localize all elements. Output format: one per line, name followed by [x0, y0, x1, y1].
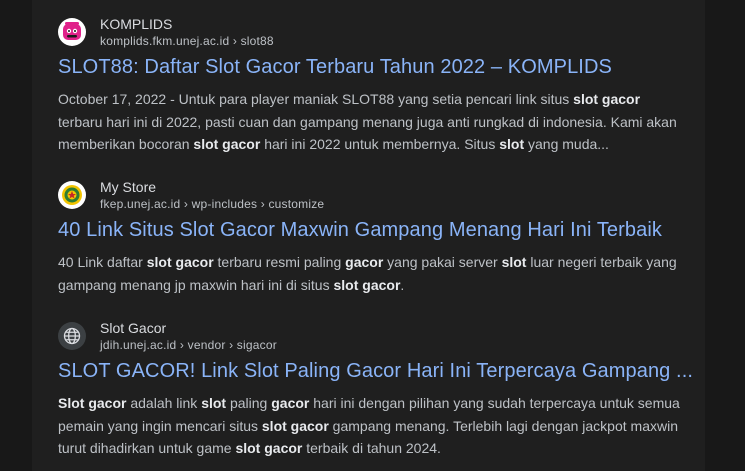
snippet-text: yang pakai server	[383, 254, 502, 270]
snippet-text: October 17, 2022 - Untuk para player man…	[58, 91, 574, 107]
snippet-text: terbaru resmi paling	[213, 254, 346, 270]
search-result: My Store fkep.unej.ac.id › wp-includes ›…	[58, 175, 698, 296]
snippet-highlight: slot gacor	[235, 440, 303, 456]
snippet-highlight: Slot gacor	[58, 395, 127, 411]
snippet-text: paling	[226, 395, 272, 411]
snippet-text: hari ini 2022 untuk membernya. Situs	[260, 136, 500, 152]
result-site-header[interactable]: My Store fkep.unej.ac.id › wp-includes ›…	[58, 175, 698, 215]
site-name: KOMPLIDS	[100, 16, 173, 32]
result-site-header[interactable]: KOMPLIDS komplids.fkm.unej.ac.id › slot8…	[58, 12, 698, 52]
globe-icon	[58, 322, 86, 350]
result-title-link[interactable]: SLOT GACOR! Link Slot Paling Gacor Hari …	[58, 358, 698, 384]
snippet-highlight: slot gacor	[333, 276, 401, 293]
snippet-highlight: slot gacor	[193, 136, 261, 152]
snippet-text: 40 Link daftar	[58, 254, 147, 270]
site-url: komplids.fkm.unej.ac.id › slot88	[100, 34, 274, 48]
right-gutter	[705, 0, 745, 471]
snippet-highlight: slot gacor	[573, 91, 641, 107]
snippet-highlight: slot gacor	[261, 417, 329, 434]
snippet-highlight: slot	[499, 136, 525, 152]
result-snippet: Slot gacor adalah link slot paling gacor…	[58, 392, 683, 460]
site-name: Slot Gacor	[100, 320, 167, 336]
result-snippet: October 17, 2022 - Untuk para player man…	[58, 88, 683, 156]
result-site-header[interactable]: Slot Gacor jdih.unej.ac.id › vendor › si…	[58, 316, 698, 356]
snippet-highlight: gacor	[345, 254, 384, 270]
snippet-highlight: slot	[501, 254, 527, 270]
snippet-highlight: slot gacor	[146, 254, 214, 270]
snippet-highlight: gacor	[271, 395, 310, 411]
snippet-text: yang muda...	[524, 136, 609, 152]
snippet-text: adalah link	[126, 395, 202, 411]
snippet-text: .	[400, 276, 405, 293]
result-snippet: 40 Link daftar slot gacor terbaru resmi …	[58, 251, 683, 296]
result-title-link[interactable]: SLOT88: Daftar Slot Gacor Terbaru Tahun …	[58, 54, 698, 80]
snippet-text: terbaik di tahun 2024.	[302, 440, 441, 456]
snippet-highlight: slot	[201, 395, 227, 411]
komplids-logo-icon	[58, 18, 86, 46]
result-title-link[interactable]: 40 Link Situs Slot Gacor Maxwin Gampang …	[58, 217, 698, 243]
unej-emblem-icon	[58, 181, 86, 209]
site-name: My Store	[100, 179, 157, 195]
site-url: fkep.unej.ac.id › wp-includes › customiz…	[100, 197, 325, 211]
site-url: jdih.unej.ac.id › vendor › sigacor	[100, 338, 277, 352]
search-result: Slot Gacor jdih.unej.ac.id › vendor › si…	[58, 316, 698, 460]
search-result: KOMPLIDS komplids.fkm.unej.ac.id › slot8…	[58, 12, 698, 156]
left-gutter	[0, 0, 32, 471]
